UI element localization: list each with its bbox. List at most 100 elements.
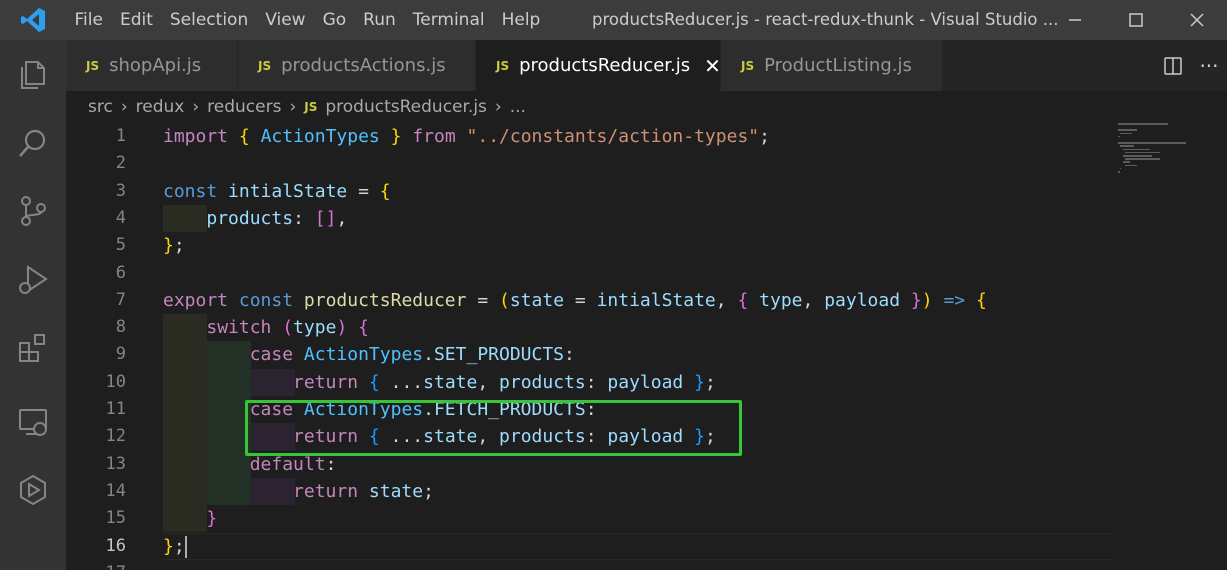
- minimap-line: [1125, 151, 1161, 154]
- minimap-line: [1120, 132, 1133, 135]
- code-line[interactable]: 6: [66, 260, 1116, 287]
- run-debug-icon: [19, 265, 48, 294]
- code-text: case ActionTypes.SET_PRODUCTS:: [249, 344, 575, 366]
- remote-explorer-button[interactable]: [0, 392, 66, 452]
- chevron-right-icon: ›: [120, 97, 128, 117]
- line-number: 2: [115, 153, 126, 174]
- code-editor[interactable]: 1 import { ActionTypes } from "../constan…: [66, 123, 1227, 570]
- code-text: switch (type) {: [206, 317, 369, 339]
- close-icon: [1189, 13, 1204, 27]
- line-number: 17: [66, 560, 126, 570]
- line-number: 13: [105, 453, 126, 474]
- breadcrumb-symbol[interactable]: ...: [510, 97, 526, 117]
- activity-bar: [0, 40, 66, 570]
- line-number: 10: [105, 371, 126, 392]
- code-line[interactable]: 12 return { ...state, products: payload …: [66, 423, 1116, 451]
- code-line[interactable]: 15 }: [66, 505, 1116, 533]
- minimap-line: [1118, 129, 1137, 131]
- maximize-button[interactable]: [1105, 0, 1166, 40]
- minimap-line: [1118, 135, 1120, 138]
- code-line[interactable]: 17: [66, 560, 1116, 570]
- code-line[interactable]: 16};: [66, 532, 1116, 560]
- minimap-line: [1118, 123, 1169, 125]
- chevron-right-icon: ›: [192, 97, 200, 117]
- minimap[interactable]: [1118, 123, 1218, 183]
- line-number: 4: [115, 207, 126, 228]
- search-icon: [19, 129, 46, 157]
- code-line[interactable]: 7 export const productsReducer = (state =…: [66, 287, 1116, 314]
- tab-productsactions[interactable]: JS productsActions.js: [238, 40, 476, 91]
- extensions-button[interactable]: [0, 318, 66, 378]
- code-line[interactable]: 11 case ActionTypes.FETCH_PRODUCTS:: [66, 396, 1116, 424]
- code-line[interactable]: 4 products: [],: [66, 204, 1116, 233]
- chevron-right-icon: ›: [494, 97, 502, 117]
- minimize-icon: [1068, 19, 1081, 21]
- code-line[interactable]: 9 case ActionTypes.SET_PRODUCTS:: [66, 341, 1116, 369]
- code-line[interactable]: 13 default:: [66, 450, 1116, 478]
- chevron-right-icon: ›: [289, 97, 297, 117]
- more-actions-button[interactable]: ···: [1191, 40, 1227, 91]
- breadcrumb-src[interactable]: src: [88, 97, 113, 117]
- tab-productsreducer[interactable]: JS productsReducer.js ✕: [476, 40, 721, 91]
- line-number: 12: [105, 426, 126, 447]
- menu-terminal[interactable]: Terminal: [404, 0, 493, 40]
- menu-edit[interactable]: Edit: [111, 0, 161, 40]
- code-text: const intialState = {: [163, 180, 391, 202]
- minimap-line: [1120, 167, 1122, 170]
- minimize-button[interactable]: [1044, 0, 1105, 40]
- breadcrumb-redux[interactable]: redux: [136, 97, 185, 117]
- minimap-line: [1125, 158, 1161, 160]
- js-file-icon: JS: [86, 58, 100, 73]
- code-line[interactable]: 8 switch (type) {: [66, 314, 1116, 342]
- code-text: }: [206, 508, 218, 530]
- js-file-icon: JS: [258, 58, 272, 73]
- code-text: return { ...state, products: payload };: [293, 371, 716, 393]
- line-number: 3: [115, 180, 126, 201]
- code-text: return { ...state, products: payload };: [293, 426, 716, 448]
- code-text: return state;: [293, 480, 434, 502]
- menu-run[interactable]: Run: [355, 0, 405, 40]
- breadcrumb: src › redux › reducers › JS productsRedu…: [66, 91, 1227, 123]
- minimap-line: [1122, 155, 1152, 157]
- menu-help[interactable]: Help: [493, 0, 549, 40]
- line-number: 1: [115, 126, 126, 146]
- line-number: 14: [105, 480, 126, 501]
- minimap-line: [1125, 164, 1137, 167]
- breadcrumb-reducers[interactable]: reducers: [207, 97, 281, 117]
- text-cursor: [185, 535, 187, 558]
- code-text: export const productsReducer = (state = …: [163, 289, 987, 311]
- menu-selection[interactable]: Selection: [161, 0, 256, 40]
- code-line[interactable]: 3 const intialState = {: [66, 178, 1116, 205]
- line-number: 16: [105, 535, 126, 556]
- tab-productlisting[interactable]: JS ProductListing.js: [721, 40, 943, 91]
- line-number: 5: [115, 235, 126, 256]
- menu-go[interactable]: Go: [314, 0, 355, 40]
- extensions-icon: [19, 334, 45, 362]
- close-tab-icon[interactable]: ✕: [704, 54, 721, 78]
- tab-label: ProductListing.js: [764, 55, 912, 76]
- minimap-line: [1122, 161, 1130, 163]
- code-line[interactable]: 1 import { ActionTypes } from "../constan…: [66, 123, 1116, 150]
- source-control-icon: [21, 196, 46, 226]
- js-file-icon: JS: [304, 100, 318, 114]
- explorer-button[interactable]: [0, 45, 66, 105]
- code-line[interactable]: 10 return { ...state, products: payload …: [66, 368, 1116, 396]
- menu-file[interactable]: File: [66, 0, 111, 40]
- files-icon: [21, 61, 45, 89]
- maximize-icon: [1128, 13, 1143, 27]
- split-editor-button[interactable]: [1155, 40, 1191, 91]
- source-control-button[interactable]: [0, 181, 66, 241]
- remote-containers-button[interactable]: [0, 460, 66, 520]
- line-number: 6: [115, 262, 126, 283]
- run-debug-button[interactable]: [0, 250, 66, 310]
- search-button[interactable]: [0, 113, 66, 173]
- code-line[interactable]: 5};: [66, 232, 1116, 259]
- breadcrumb-file[interactable]: productsReducer.js: [325, 97, 487, 117]
- code-line[interactable]: 2: [66, 150, 1116, 177]
- line-number: 8: [115, 317, 126, 338]
- close-window-button[interactable]: [1166, 0, 1227, 40]
- menu-view[interactable]: View: [257, 0, 314, 40]
- code-line[interactable]: 14 return state;: [66, 477, 1116, 506]
- tab-shopapi[interactable]: JS shopApi.js: [66, 40, 238, 91]
- line-number: 7: [115, 289, 126, 310]
